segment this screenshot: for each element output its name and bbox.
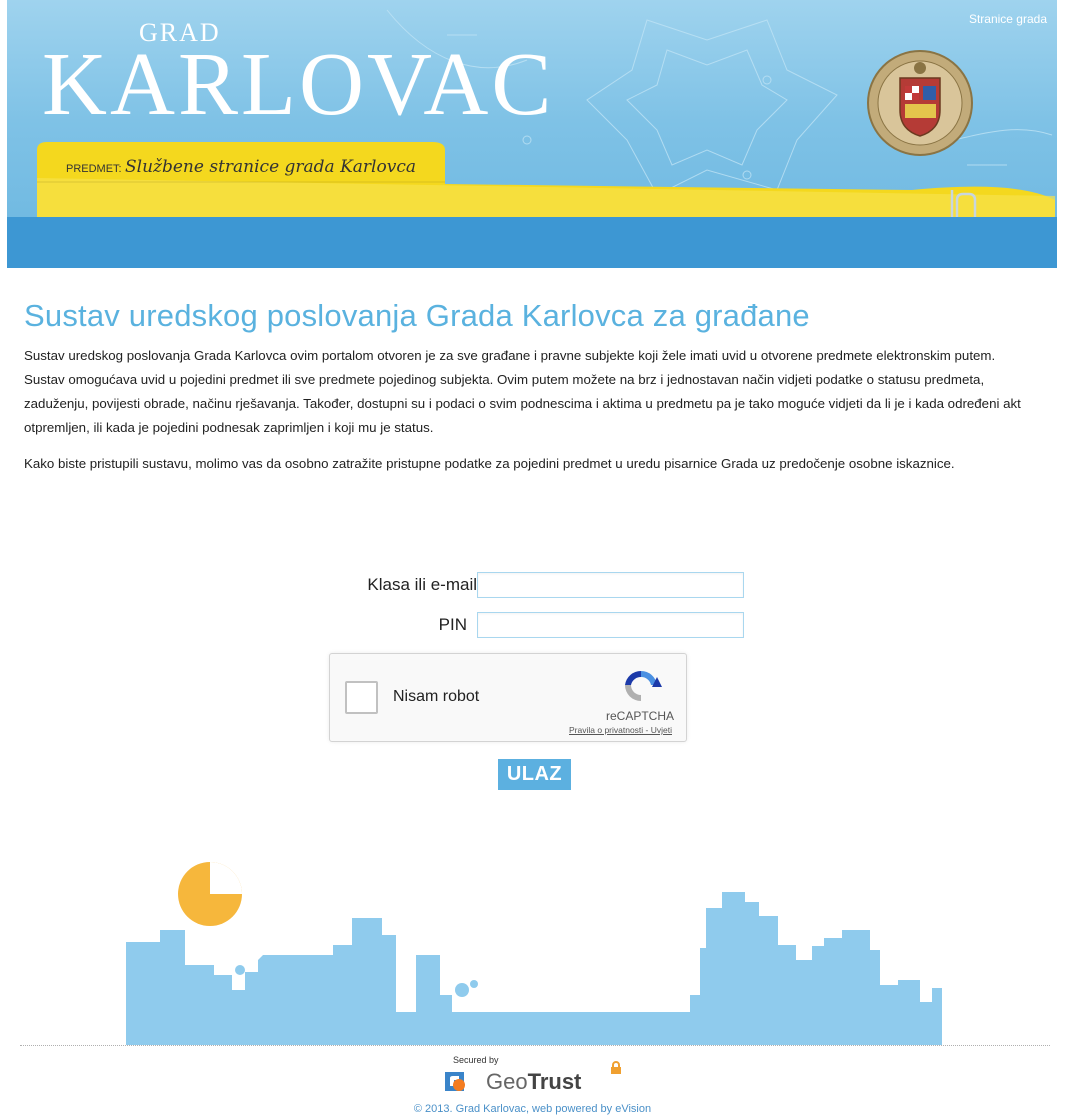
klasa-input[interactable] xyxy=(477,572,744,598)
site-header: GRAD KARLOVAC Stranice grada PREDMET: Sl… xyxy=(7,0,1057,268)
klasa-label: Klasa ili e-mail xyxy=(367,575,477,594)
recaptcha-brand: reCAPTCHA xyxy=(605,709,674,723)
header-band xyxy=(7,217,1057,268)
geotrust-logo-icon xyxy=(445,1072,465,1091)
city-seal-icon xyxy=(867,50,973,156)
recaptcha-widget: Nisam robot reCAPTCHA Pravila o privatno… xyxy=(329,653,687,742)
footer-divider xyxy=(20,1045,1050,1046)
stranice-grada-link[interactable]: Stranice grada xyxy=(969,12,1047,26)
predmet-value: Službene stranice grada Karlovca xyxy=(125,157,416,177)
geotrust-badge[interactable]: GeoTrust xyxy=(486,1069,581,1095)
geotrust-light-text: Geo xyxy=(486,1069,528,1094)
pin-input[interactable] xyxy=(477,612,744,638)
city-skyline-illustration xyxy=(126,862,942,1045)
recaptcha-terms-link[interactable]: Pravila o privatnosti - Uvjeti xyxy=(569,725,672,735)
page-title: Sustav uredskog poslovanja Grada Karlovc… xyxy=(24,298,810,333)
recaptcha-label: Nisam robot xyxy=(393,688,480,705)
recaptcha-logo-icon xyxy=(625,670,662,701)
access-paragraph: Kako biste pristupili sustavu, molimo va… xyxy=(24,456,955,471)
footer-copyright[interactable]: © 2013. Grad Karlovac, web powered by eV… xyxy=(0,1103,1065,1115)
predmet-label: PREDMET: xyxy=(66,163,122,175)
header-city-name: KARLOVAC xyxy=(42,35,555,134)
ulaz-button[interactable]: ULAZ xyxy=(498,759,571,790)
lock-icon xyxy=(611,1061,621,1074)
geotrust-bold-text: Trust xyxy=(527,1069,582,1094)
recaptcha-checkbox[interactable] xyxy=(345,681,378,714)
pin-label: PIN xyxy=(438,615,467,634)
main-content: Sustav uredskog poslovanja Grada Karlovc… xyxy=(24,298,1039,476)
intro-paragraph: Sustav uredskog poslovanja Grada Karlovc… xyxy=(24,348,1021,435)
